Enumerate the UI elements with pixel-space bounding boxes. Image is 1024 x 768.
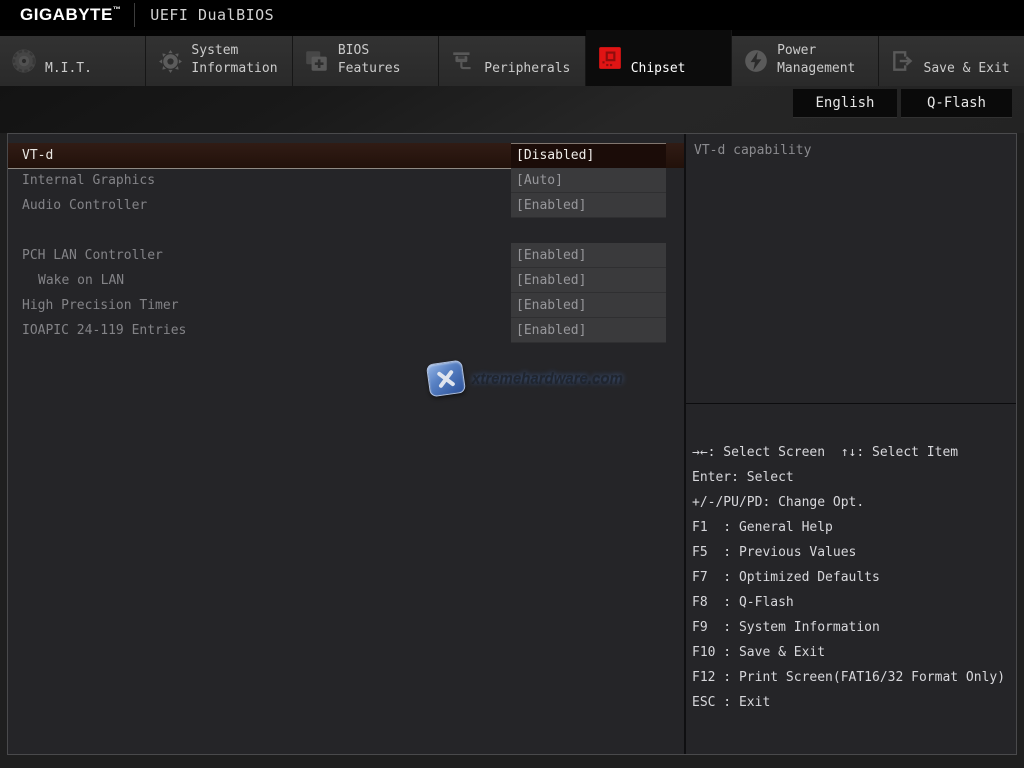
help-key-line: →←: Select Screen ↑↓: Select Item (692, 440, 1010, 465)
help-key-line: F1 : General Help (692, 515, 1010, 540)
tab-bar: M.I.T. System Information BIOS Fe (0, 30, 1024, 86)
tab-label: System Information (188, 36, 291, 86)
setting-label: Audio Controller (8, 193, 511, 218)
tab-power-management[interactable]: Power Management (732, 36, 878, 86)
qflash-button[interactable]: Q-Flash (901, 89, 1012, 118)
tab-label: Chipset (628, 30, 731, 86)
exit-door-icon (879, 36, 921, 86)
tab-peripherals[interactable]: Peripherals (439, 36, 585, 86)
setting-row-vt-d[interactable]: VT-d [Disabled] (8, 143, 684, 168)
item-description: VT-d capability (686, 134, 1016, 404)
tab-mit[interactable]: M.I.T. (0, 36, 146, 86)
header-divider (134, 3, 135, 27)
setting-label: High Precision Timer (8, 293, 511, 318)
power-bolt-icon (732, 36, 774, 86)
chipset-icon (586, 30, 628, 86)
help-key-line: F10 : Save & Exit (692, 640, 1010, 665)
help-panel: VT-d capability →←: Select Screen ↑↓: Se… (684, 134, 1016, 754)
tab-label: BIOS Features (335, 36, 438, 86)
setting-row-internal-graphics[interactable]: Internal Graphics [Auto] (8, 168, 684, 193)
setting-row-wake-on-lan[interactable]: Wake on LAN [Enabled] (8, 268, 684, 293)
help-key-line: F5 : Previous Values (692, 540, 1010, 565)
setting-row-high-precision-timer[interactable]: High Precision Timer [Enabled] (8, 293, 684, 318)
bios-features-icon (293, 36, 335, 86)
setting-label: PCH LAN Controller (8, 243, 511, 268)
help-key-line: F12 : Print Screen(FAT16/32 Format Only) (692, 665, 1010, 690)
help-key-line: F7 : Optimized Defaults (692, 565, 1010, 590)
setting-value[interactable]: [Enabled] (511, 318, 666, 343)
language-button[interactable]: English (793, 89, 897, 118)
settings-list: VT-d [Disabled] Internal Graphics [Auto]… (8, 134, 684, 754)
gigabyte-logo: GIGABYTE™ (20, 5, 121, 25)
gear-icon (146, 36, 188, 86)
tab-system-information[interactable]: System Information (146, 36, 292, 86)
setting-value[interactable]: [Enabled] (511, 193, 666, 218)
tab-chipset[interactable]: Chipset (586, 30, 732, 86)
settings-panel: VT-d [Disabled] Internal Graphics [Auto]… (7, 133, 1017, 755)
help-key-line: Enter: Select (692, 465, 1010, 490)
setting-value[interactable]: [Enabled] (511, 243, 666, 268)
tab-label: M.I.T. (42, 36, 145, 86)
xtremehardware-icon (426, 360, 466, 398)
tab-save-exit[interactable]: Save & Exit (879, 36, 1024, 86)
setting-row-audio-controller[interactable]: Audio Controller [Enabled] (8, 193, 684, 218)
watermark-text: xtremehardware.com (472, 370, 623, 387)
tab-bios-features[interactable]: BIOS Features (293, 36, 439, 86)
help-key-line: ESC : Exit (692, 690, 1010, 715)
setting-label: Wake on LAN (8, 268, 511, 293)
key-legend: →←: Select Screen ↑↓: Select Item Enter:… (686, 404, 1016, 715)
top-bar: GIGABYTE™ UEFI DualBIOS (0, 0, 1024, 30)
help-key-line: +/-/PU/PD: Change Opt. (692, 490, 1010, 515)
watermark: xtremehardware.com (428, 362, 623, 395)
sub-header-band: English Q-Flash (0, 86, 1024, 133)
row-spacer (8, 218, 684, 243)
tab-label: Power Management (774, 36, 877, 86)
help-key-line: F8 : Q-Flash (692, 590, 1010, 615)
tab-label: Peripherals (481, 36, 584, 86)
setting-row-ioapic-entries[interactable]: IOAPIC 24-119 Entries [Enabled] (8, 318, 684, 343)
setting-value[interactable]: [Enabled] (511, 268, 666, 293)
setting-row-pch-lan-controller[interactable]: PCH LAN Controller [Enabled] (8, 243, 684, 268)
firmware-title: UEFI DualBIOS (150, 6, 274, 24)
mit-dial-icon (0, 36, 42, 86)
setting-value[interactable]: [Auto] (511, 168, 666, 193)
help-key-line: F9 : System Information (692, 615, 1010, 640)
setting-value[interactable]: [Enabled] (511, 293, 666, 318)
setting-label: IOAPIC 24-119 Entries (8, 318, 511, 343)
trademark-symbol: ™ (113, 5, 122, 14)
tab-label: Save & Exit (921, 36, 1024, 86)
setting-label: Internal Graphics (8, 168, 511, 193)
setting-label: VT-d (8, 143, 511, 168)
peripherals-icon (439, 36, 481, 86)
setting-value[interactable]: [Disabled] (511, 143, 666, 168)
